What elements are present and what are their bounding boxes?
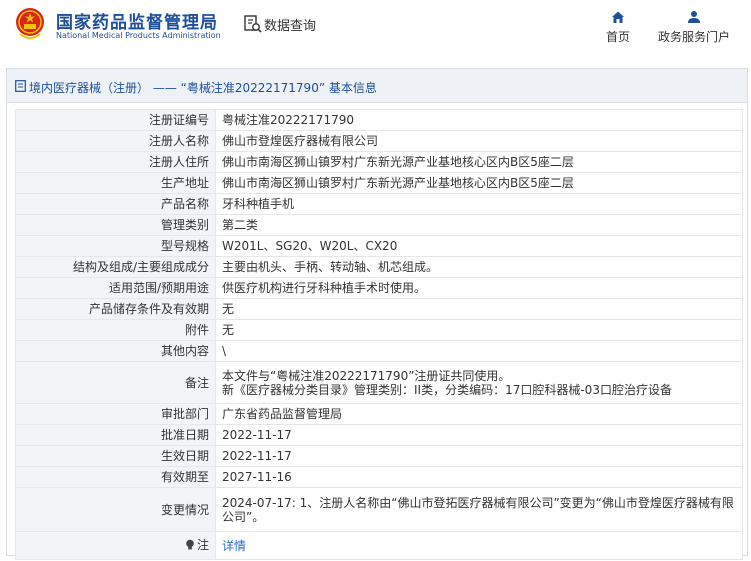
row-value: 牙科种植手机 (215, 193, 743, 215)
note-label: 注 (196, 537, 209, 552)
home-icon (612, 11, 624, 23)
row-value: 佛山市登煌医疗器械有限公司 (215, 130, 743, 152)
row-value: W201L、SG20、W20L、CX20 (215, 235, 743, 257)
table-row: 有效期至 2027-11-16 (15, 466, 743, 488)
row-label: 生效日期 (15, 445, 216, 467)
document-icon (15, 80, 26, 92)
table-row: 适用范围/预期用途 供医疗机构进行牙科种植手术时使用。 (15, 277, 743, 299)
row-value: 佛山市南海区狮山镇罗村广东新光源产业基地核心区内B区5座二层 (215, 151, 743, 173)
table-row: 注册人名称 佛山市登煌医疗器械有限公司 (15, 130, 743, 152)
row-label: 结构及组成/主要组成成分 (15, 256, 216, 278)
row-value: 无 (215, 298, 743, 320)
data-query-icon[interactable] (243, 14, 263, 34)
row-label: 注册证编号 (15, 109, 216, 131)
nav-home[interactable]: 首页 (600, 10, 636, 45)
table-row: 型号规格 W201L、SG20、W20L、CX20 (15, 235, 743, 257)
row-label: 适用范围/预期用途 (15, 277, 216, 299)
row-value: 佛山市南海区狮山镇罗村广东新光源产业基地核心区内B区5座二层 (215, 172, 743, 194)
row-label: 管理类别 (15, 214, 216, 236)
table-row: 其他内容 \ (15, 340, 743, 362)
site-subtitle: National Medical Products Administration (56, 31, 221, 40)
table-row: 产品储存条件及有效期无 (15, 298, 743, 320)
nav-service-portal[interactable]: 政务服务门户 (656, 10, 732, 45)
table-row: 变更情况 2024-07-17: 1、注册人名称由“佛山市登拓医疗器械有限公司”变… (15, 487, 743, 532)
row-value: 第二类 (215, 214, 743, 236)
detail-link[interactable]: 详情 (222, 539, 246, 553)
row-value: 2024-07-17: 1、注册人名称由“佛山市登拓医疗器械有限公司”变更为“佛… (215, 487, 743, 532)
table-row: 产品名称 牙科种植手机 (15, 193, 743, 215)
table-row: 管理类别 第二类 (15, 214, 743, 236)
table-row: 备注 本文件与“粤械注准20222171790”注册证共同使用。 新《医疗器械分类… (15, 361, 743, 404)
row-value: 本文件与“粤械注准20222171790”注册证共同使用。 新《医疗器械分类目录… (215, 361, 743, 404)
row-label: 产品名称 (15, 193, 216, 215)
table-row: 注册证编号 粤械注准20222171790 (15, 109, 743, 131)
row-value: 主要由机头、手柄、转动轴、机芯组成。 (215, 256, 743, 278)
table-row: 生产地址 佛山市南海区狮山镇罗村广东新光源产业基地核心区内B区5座二层 (15, 172, 743, 194)
row-label: 批准日期 (15, 424, 216, 446)
row-label: 注册人名称 (15, 130, 216, 152)
table-row: 注册人住所 佛山市南海区狮山镇罗村广东新光源产业基地核心区内B区5座二层 (15, 151, 743, 173)
row-label: 附件 (15, 319, 216, 341)
breadcrumb-text: 境内医疗器械（注册） —— “粤械注准20222171790” 基本信息 (29, 81, 377, 95)
row-label: 注册人住所 (15, 151, 216, 173)
lightbulb-icon (186, 539, 194, 549)
row-label: 其他内容 (15, 340, 216, 362)
row-value: 2022-11-17 (215, 424, 743, 446)
row-value: 2022-11-17 (215, 445, 743, 467)
table-row: 结构及组成/主要组成成分 主要由机头、手柄、转动轴、机芯组成。 (15, 256, 743, 278)
data-query-link[interactable]: 数据查询 (264, 15, 316, 34)
user-icon (688, 11, 700, 23)
note-row: 注 详情 (15, 531, 743, 560)
row-value: 无 (215, 319, 743, 341)
row-label: 有效期至 (15, 466, 216, 488)
site-header: 国家药品监督管理局 National Medical Products Admi… (0, 0, 751, 60)
row-value: \ (215, 340, 743, 362)
row-value: 2027-11-16 (215, 466, 743, 488)
row-label: 生产地址 (15, 172, 216, 194)
detail-panel: 境内医疗器械（注册） —— “粤械注准20222171790” 基本信息 注册证… (6, 68, 748, 560)
row-value: 供医疗机构进行牙科种植手术时使用。 (215, 277, 743, 299)
row-label: 备注 (15, 361, 216, 404)
table-row: 附件无 (15, 319, 743, 341)
row-label: 变更情况 (15, 487, 216, 532)
breadcrumb: 境内医疗器械（注册） —— “粤械注准20222171790” 基本信息 (7, 69, 747, 103)
row-value: 广东省药品监督管理局 (215, 403, 743, 425)
national-emblem-icon (16, 8, 44, 39)
row-label: 审批部门 (15, 403, 216, 425)
note-value-cell: 详情 (215, 531, 743, 560)
nav-service-portal-label: 政务服务门户 (657, 30, 730, 44)
row-label: 型号规格 (15, 235, 216, 257)
row-label: 产品储存条件及有效期 (15, 298, 216, 320)
nav-home-label: 首页 (605, 30, 630, 44)
site-title: 国家药品监督管理局 (56, 13, 218, 33)
row-value: 粤械注准20222171790 (215, 109, 743, 131)
table-row: 批准日期 2022-11-17 (15, 424, 743, 446)
table-row: 生效日期 2022-11-17 (15, 445, 743, 467)
registration-info-table: 注册证编号 粤械注准20222171790 注册人名称 佛山市登煌医疗器械有限公司 … (15, 109, 743, 560)
note-label-cell: 注 (15, 531, 216, 560)
table-row: 审批部门 广东省药品监督管理局 (15, 403, 743, 425)
